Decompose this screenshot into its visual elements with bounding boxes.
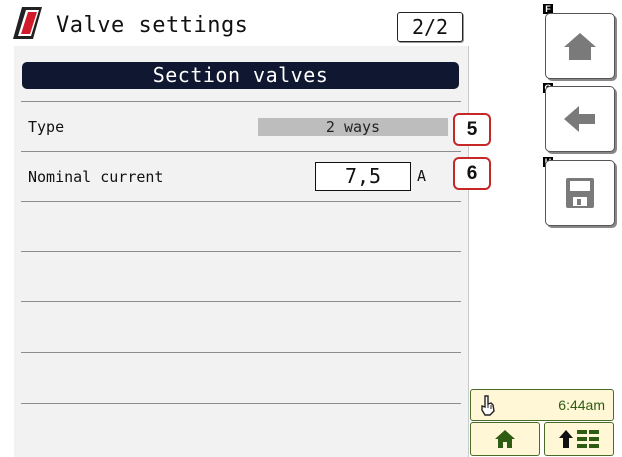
type-label: Type: [28, 118, 65, 136]
nominal-current-label: Nominal current: [28, 168, 164, 186]
row-divider: [21, 251, 461, 252]
nominal-current-input[interactable]: 7,5: [315, 162, 411, 191]
menu-up-button[interactable]: [544, 422, 614, 456]
home-icon: [495, 430, 515, 448]
app-logo: [13, 7, 42, 39]
callout-6: 6: [453, 157, 491, 190]
status-bar: 6:44am: [470, 389, 614, 421]
save-icon: [566, 178, 594, 208]
row-divider: [21, 352, 461, 353]
row-divider: [21, 201, 461, 202]
hand-icon: [481, 395, 495, 416]
up-arrow-menu-icon: [559, 430, 599, 448]
back-button[interactable]: [545, 86, 615, 152]
back-arrow-icon: [564, 106, 595, 132]
row-divider: [21, 301, 461, 302]
page-title: Valve settings: [56, 13, 249, 38]
row-divider: [21, 101, 461, 102]
row-divider: [21, 403, 461, 404]
page-indicator: 2/2: [397, 12, 463, 42]
save-button[interactable]: [545, 160, 615, 226]
row-divider: [21, 151, 461, 152]
home-shortcut-button[interactable]: [470, 422, 540, 456]
clock-time: 6:44am: [558, 397, 605, 413]
home-icon: [564, 33, 596, 60]
type-select[interactable]: 2 ways: [258, 118, 448, 136]
callout-5: 5: [453, 113, 491, 146]
section-header: Section valves: [22, 62, 459, 89]
current-unit: A: [417, 167, 427, 185]
home-button[interactable]: [545, 13, 615, 79]
